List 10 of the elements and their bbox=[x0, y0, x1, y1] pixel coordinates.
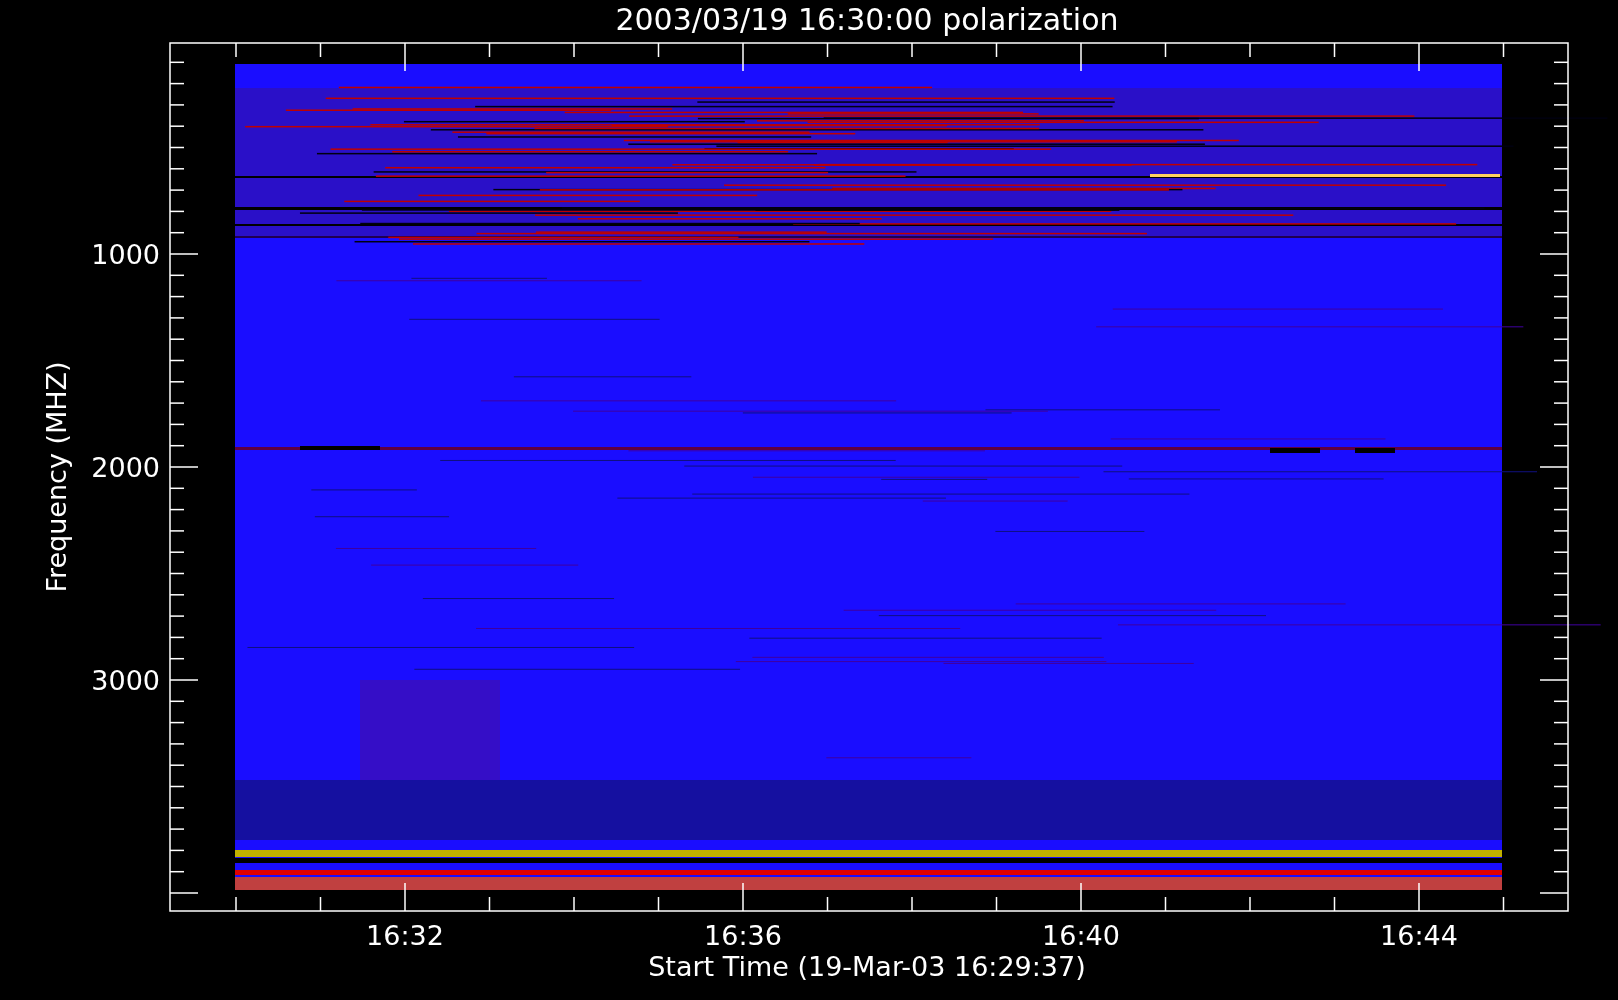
y-tick-label: 3000 bbox=[91, 665, 160, 696]
plot-title: 2003/03/19 16:30:00 polarization bbox=[615, 2, 1119, 37]
x-axis-label: Start Time (19-Mar-03 16:29:37) bbox=[648, 951, 1086, 982]
y-axis-label: Frequency (MHZ) bbox=[41, 361, 72, 593]
y-tick-label: 2000 bbox=[91, 452, 160, 483]
x-tick-label: 16:32 bbox=[366, 920, 444, 951]
x-tick-label: 16:40 bbox=[1042, 920, 1120, 951]
y-tick-label: 1000 bbox=[91, 239, 160, 270]
x-tick-label: 16:44 bbox=[1380, 920, 1458, 951]
x-tick-label: 16:36 bbox=[704, 920, 782, 951]
